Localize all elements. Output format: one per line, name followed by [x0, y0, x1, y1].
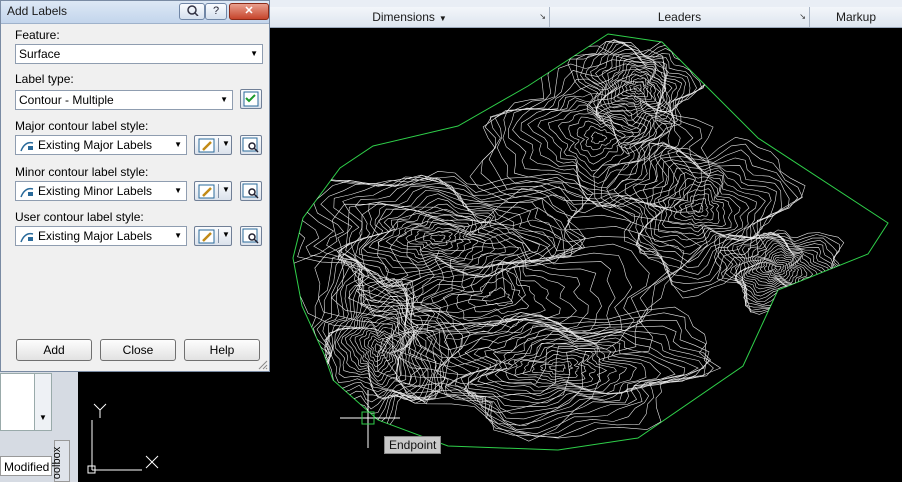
chevron-down-icon[interactable]: ▼: [222, 230, 230, 239]
major-style-select[interactable]: Existing Major Labels ▼: [15, 135, 187, 155]
palette-scrollbar[interactable]: ▼: [34, 373, 52, 431]
major-style-value: Existing Major Labels: [38, 138, 153, 152]
feature-label: Feature:: [15, 28, 60, 42]
dialog-titlebar[interactable]: Add Labels ? ✕: [1, 1, 269, 24]
chevron-down-icon[interactable]: ▼: [439, 14, 447, 23]
label-style-icon: [20, 141, 34, 152]
close-button[interactable]: Close: [100, 339, 176, 361]
chevron-down-icon[interactable]: ▼: [174, 227, 182, 245]
chevron-down-icon[interactable]: ▼: [222, 185, 230, 194]
chevron-down-icon[interactable]: ▼: [222, 139, 230, 148]
user-style-edit-button[interactable]: ▼: [194, 226, 232, 246]
edit-style-icon: [198, 184, 215, 199]
minor-style-label: Minor contour label style:: [15, 165, 149, 179]
chevron-down-icon[interactable]: ▼: [174, 136, 182, 154]
major-style-edit-button[interactable]: ▼: [194, 135, 232, 155]
user-style-select[interactable]: Existing Major Labels ▼: [15, 226, 187, 246]
label-settings-button[interactable]: [240, 89, 262, 109]
label-style-icon: [20, 187, 34, 198]
dialog-title: Add Labels: [7, 4, 68, 18]
add-labels-dialog: Add Labels ? ✕ Feature: Surface ▼ Label …: [0, 0, 270, 372]
ribbon-panel-label: Dimensions: [372, 10, 435, 24]
ribbon-panel-dimensions[interactable]: Dimensions ▼ ↘: [270, 7, 550, 27]
minor-style-edit-button[interactable]: ▼: [194, 181, 232, 201]
chevron-down-icon[interactable]: ▼: [250, 45, 258, 63]
minor-style-select[interactable]: Existing Minor Labels ▼: [15, 181, 187, 201]
help-title-button[interactable]: ?: [205, 3, 227, 20]
help-button[interactable]: Help: [184, 339, 260, 361]
modified-status: Modified: [0, 456, 52, 476]
ribbon-panel-label: Leaders: [657, 10, 702, 24]
ribbon-panel-label: Markup: [835, 10, 876, 24]
resize-grip-icon[interactable]: [258, 360, 268, 370]
user-style-label: User contour label style:: [15, 210, 144, 224]
chevron-down-icon[interactable]: ▼: [39, 413, 47, 422]
magnifier-icon: [242, 228, 259, 244]
user-style-value: Existing Major Labels: [38, 229, 153, 243]
minor-style-preview-button[interactable]: [240, 181, 262, 201]
minor-style-value: Existing Minor Labels: [38, 184, 153, 198]
label-type-value: Contour - Multiple: [19, 93, 114, 107]
user-style-preview-button[interactable]: [240, 226, 262, 246]
edit-style-icon: [198, 138, 215, 153]
magnifier-icon: [242, 183, 259, 199]
ribbon-top-strip: [270, 0, 902, 7]
dialog-launcher-icon[interactable]: ↘: [539, 7, 546, 27]
label-type-label: Label type:: [15, 72, 74, 86]
link-icon[interactable]: [179, 3, 205, 20]
ribbon-panel-markup[interactable]: Markup: [810, 7, 902, 27]
close-title-button[interactable]: ✕: [229, 3, 269, 20]
magnifier-icon: [242, 137, 259, 153]
toolbox-tab-label: oolbox: [51, 446, 64, 480]
add-button[interactable]: Add: [16, 339, 92, 361]
chevron-down-icon[interactable]: ▼: [220, 91, 228, 109]
osnap-tooltip: Endpoint: [384, 436, 442, 454]
contour-lines: [293, 39, 845, 443]
major-style-label: Major contour label style:: [15, 119, 149, 133]
palette-list[interactable]: [0, 373, 36, 431]
major-style-preview-button[interactable]: [240, 135, 262, 155]
ribbon-panel-bar: Dimensions ▼ ↘ Leaders ↘ Markup: [270, 7, 902, 28]
chevron-down-icon[interactable]: ▼: [174, 182, 182, 200]
label-type-select[interactable]: Contour - Multiple ▼: [15, 90, 233, 110]
toolbox-tab[interactable]: oolbox: [51, 440, 70, 482]
dialog-launcher-icon[interactable]: ↘: [799, 7, 806, 27]
edit-style-icon: [198, 229, 215, 244]
checklist-icon: [243, 91, 259, 107]
feature-value: Surface: [19, 47, 61, 61]
feature-select[interactable]: Surface ▼: [15, 44, 263, 64]
label-style-icon: [20, 232, 34, 243]
ribbon-panel-leaders[interactable]: Leaders ↘: [550, 7, 810, 27]
